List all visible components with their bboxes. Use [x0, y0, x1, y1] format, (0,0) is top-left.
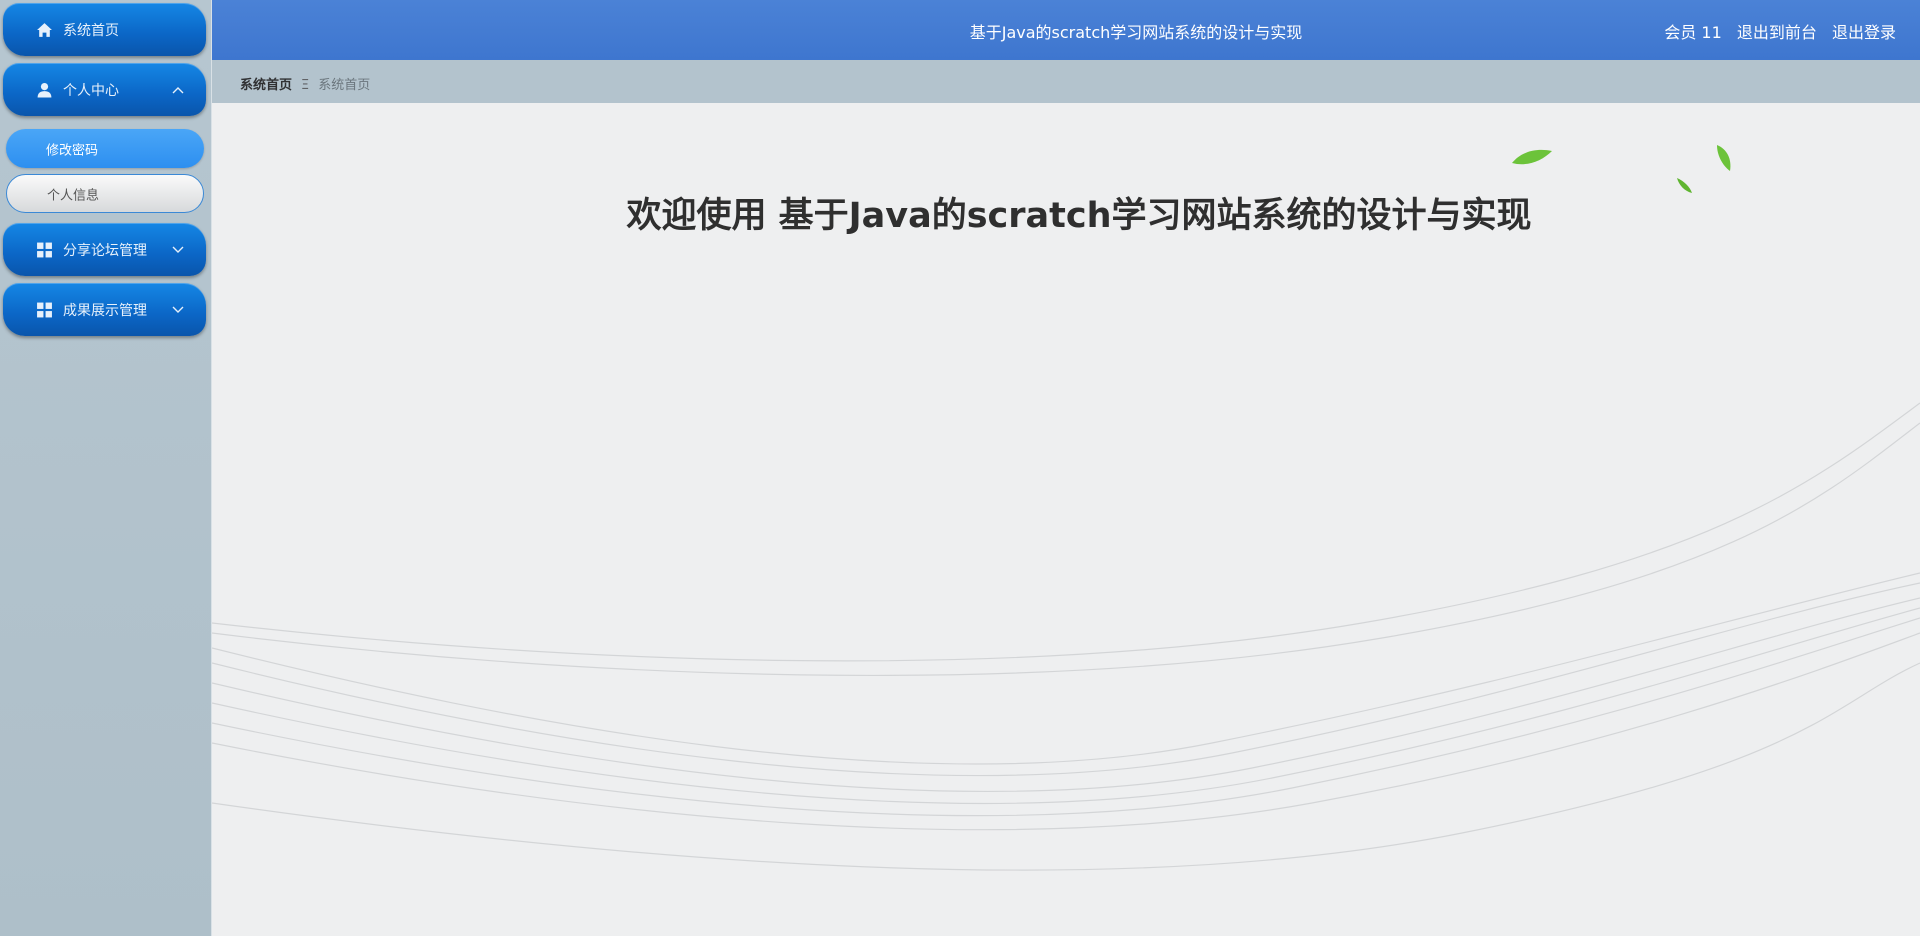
sidebar-item-forum-management[interactable]: 分享论坛管理 [3, 223, 206, 276]
sidebar-subitem-label: 个人信息 [47, 188, 100, 203]
welcome-heading: 欢迎使用 基于Java的scratch学习网站系统的设计与实现 [626, 196, 1532, 236]
grid-icon [37, 242, 52, 257]
header-bar: 基于Java的scratch学习网站系统的设计与实现 会员 11 退出到前台 退… [212, 0, 1920, 60]
user-name: 会员 11 [1664, 23, 1722, 42]
breadcrumb: 系统首页 Ξ 系统首页 [240, 74, 370, 93]
sidebar-item-label: 分享论坛管理 [63, 242, 147, 259]
chevron-down-icon [172, 246, 184, 253]
leaf-icon [1512, 149, 1552, 165]
sidebar-subitem-label: 修改密码 [46, 143, 99, 158]
sidebar-item-label: 个人中心 [63, 82, 119, 99]
main-content: 欢迎使用 基于Java的scratch学习网站系统的设计与实现 [212, 103, 1920, 936]
sidebar-subitem-change-password[interactable]: 修改密码 [6, 129, 204, 168]
sidebar: 系统首页 个人中心 修改密码 个人信息 分享论坛管理 成果展示管理 [0, 0, 212, 936]
sidebar-subitem-personal-info[interactable]: 个人信息 [6, 174, 204, 213]
user-icon [37, 82, 52, 97]
sidebar-item-home[interactable]: 系统首页 [3, 3, 206, 56]
breadcrumb-current: 系统首页 [318, 78, 371, 93]
breadcrumb-root[interactable]: 系统首页 [240, 78, 292, 93]
sidebar-item-achievement-management[interactable]: 成果展示管理 [3, 283, 206, 336]
breadcrumb-separator: Ξ [301, 78, 310, 93]
breadcrumb-bar: 系统首页 Ξ 系统首页 [212, 60, 1920, 103]
leaf-icon [1717, 145, 1731, 171]
back-to-front-link[interactable]: 退出到前台 [1737, 23, 1817, 42]
home-icon [37, 22, 52, 37]
sidebar-item-label: 系统首页 [63, 22, 119, 39]
sidebar-item-personal-center[interactable]: 个人中心 [3, 63, 206, 116]
header-user-menu: 会员 11 退出到前台 退出登录 [1654, 19, 1896, 43]
chevron-up-icon [172, 86, 184, 93]
sidebar-item-label: 成果展示管理 [63, 302, 147, 319]
chevron-down-icon [172, 306, 184, 313]
grid-icon [37, 302, 52, 317]
logout-link[interactable]: 退出登录 [1832, 23, 1896, 42]
